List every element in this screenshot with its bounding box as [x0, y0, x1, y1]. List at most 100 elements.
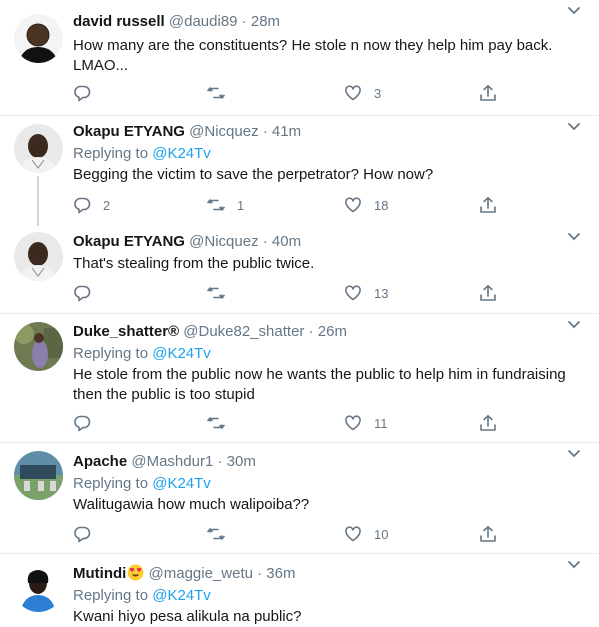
reply-icon [74, 415, 91, 432]
share-button[interactable] [479, 412, 497, 434]
replying-to: Replying to @K24Tv [73, 344, 211, 364]
like-button[interactable]: 10 [344, 523, 388, 545]
user-handle[interactable]: @Nicquez [189, 233, 258, 250]
avatar[interactable] [14, 451, 63, 500]
chevron-down-icon[interactable] [567, 320, 581, 330]
display-name[interactable]: Apache [73, 453, 127, 470]
tweet[interactable]: david russell @daudi89 · 28m How many ar… [0, 0, 599, 116]
retweet-icon [207, 87, 225, 99]
tweet-text: Walitugawia how much walipoiba?? [73, 496, 310, 513]
display-name[interactable]: Mutindi [73, 565, 126, 582]
avatar[interactable] [14, 14, 63, 63]
tweet-actions: 11 [73, 412, 503, 434]
reply-icon [74, 285, 91, 302]
reply-button[interactable] [73, 282, 103, 304]
avatar[interactable] [14, 563, 63, 612]
chevron-down-icon[interactable] [567, 122, 581, 132]
tweet-text: That's stealing from the public twice. [73, 255, 315, 272]
avatar[interactable] [14, 232, 63, 281]
tweet-header: Duke_shatter® @Duke82_shatter · 26m [73, 322, 347, 342]
like-button[interactable]: 13 [344, 282, 388, 304]
heart-icon [345, 526, 361, 542]
reply-icon [74, 85, 91, 102]
tweet-text: Kwani hiyo pesa alikula na public? [73, 608, 302, 625]
chevron-down-icon[interactable] [567, 560, 581, 570]
like-button[interactable]: 11 [344, 412, 388, 434]
retweet-button[interactable] [207, 523, 237, 545]
heart-icon [345, 197, 361, 213]
timestamp[interactable]: 30m [227, 453, 256, 470]
timestamp[interactable]: 41m [272, 123, 301, 140]
display-name[interactable]: Okapu ETYANG [73, 123, 185, 140]
display-name[interactable]: david russell [73, 13, 165, 30]
tweet-actions: 13 [73, 282, 503, 304]
tweet[interactable]: Okapu ETYANG @Nicquez · 41m Replying to … [0, 116, 599, 226]
share-icon [480, 526, 496, 542]
tweet[interactable]: Apache @Mashdur1 · 30m Replying to @K24T… [0, 443, 599, 554]
timestamp[interactable]: 36m [266, 565, 295, 582]
separator: · [213, 453, 227, 470]
thread-line [37, 176, 39, 226]
display-name[interactable]: Okapu ETYANG [73, 233, 185, 250]
display-name[interactable]: Duke_shatter [73, 323, 168, 340]
mention-link[interactable]: @K24Tv [152, 345, 211, 362]
reply-icon [74, 197, 91, 214]
avatar[interactable] [14, 322, 63, 371]
tweet-header: david russell @daudi89 · 28m [73, 12, 280, 32]
share-icon [480, 415, 496, 431]
tweet[interactable]: Duke_shatter® @Duke82_shatter · 26m Repl… [0, 314, 599, 443]
tweet-header: Apache @Mashdur1 · 30m [73, 452, 256, 472]
retweet-button[interactable] [207, 412, 237, 434]
reply-button[interactable] [73, 82, 103, 104]
tweet-actions: 10 [73, 523, 503, 545]
tweet[interactable]: Mutindi @maggie_wetu · 36m Replying to @… [0, 554, 599, 627]
retweet-icon [207, 528, 225, 540]
timestamp[interactable]: 28m [251, 13, 280, 30]
chevron-down-icon[interactable] [567, 6, 581, 16]
tweet-text: How many are the constituents? He stole … [73, 37, 553, 74]
retweet-button[interactable]: 1 [207, 194, 244, 216]
separator: · [237, 13, 251, 30]
like-button[interactable]: 18 [344, 194, 388, 216]
share-button[interactable] [479, 282, 497, 304]
mention-link[interactable]: @K24Tv [152, 587, 211, 604]
mention-link[interactable]: @K24Tv [152, 145, 211, 162]
replying-prefix: Replying to [73, 587, 153, 604]
user-handle[interactable]: @Mashdur1 [131, 453, 213, 470]
tweet-text: He stole from the public now he wants th… [73, 366, 566, 403]
reply-button[interactable]: 2 [73, 194, 110, 216]
tweet-header: Mutindi @maggie_wetu · 36m [73, 564, 295, 584]
user-handle[interactable]: @daudi89 [169, 13, 238, 30]
separator: · [258, 233, 272, 250]
reply-button[interactable] [73, 523, 103, 545]
chevron-down-icon[interactable] [567, 449, 581, 459]
reply-count: 2 [103, 197, 111, 213]
reply-button[interactable] [73, 412, 103, 434]
retweet-button[interactable] [207, 282, 237, 304]
like-count: 10 [374, 526, 389, 542]
avatar[interactable] [14, 124, 63, 173]
timestamp[interactable]: 40m [272, 233, 301, 250]
mention-link[interactable]: @K24Tv [152, 475, 211, 492]
share-button[interactable] [479, 194, 497, 216]
timestamp[interactable]: 26m [318, 323, 347, 340]
user-handle[interactable]: @Duke82_shatter [183, 323, 304, 340]
share-button[interactable] [479, 523, 497, 545]
like-count: 11 [374, 415, 388, 431]
replying-to: Replying to @K24Tv [73, 586, 211, 606]
share-button[interactable] [479, 82, 497, 104]
like-button[interactable]: 3 [344, 82, 381, 104]
chevron-down-icon[interactable] [567, 232, 581, 242]
tweet-actions: 2 1 18 [73, 194, 503, 216]
replying-prefix: Replying to [73, 475, 153, 492]
heart-icon [345, 285, 361, 301]
heart-icon [345, 85, 361, 101]
separator: · [252, 565, 267, 582]
replying-to: Replying to @K24Tv [73, 474, 211, 494]
tweet-actions: 3 [73, 82, 503, 104]
tweet[interactable]: Okapu ETYANG @Nicquez · 40m That's steal… [0, 226, 599, 314]
user-handle[interactable]: @Nicquez [189, 123, 258, 140]
retweet-icon [207, 287, 225, 299]
retweet-button[interactable] [207, 82, 237, 104]
user-handle[interactable]: @maggie_wetu [149, 565, 253, 582]
